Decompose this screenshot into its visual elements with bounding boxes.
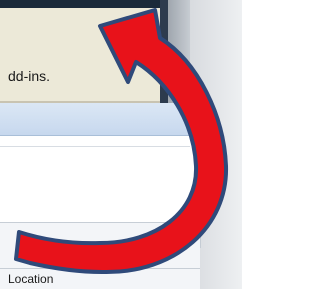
curved-arrow-icon [14,8,229,275]
screenshot-stage: dd-ins. Location [0,0,242,289]
arrow-shape [14,8,229,275]
